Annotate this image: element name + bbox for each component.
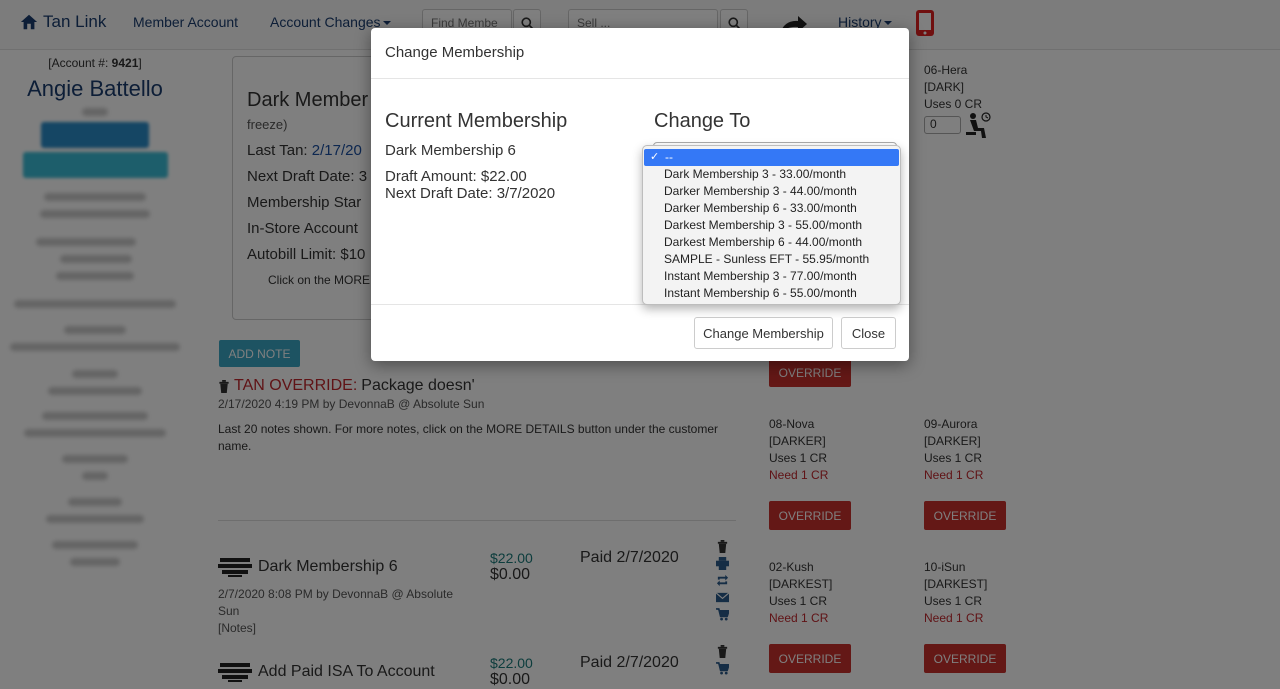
change-to-heading: Change To [654, 110, 751, 132]
change-membership-button[interactable]: Change Membership [694, 317, 833, 349]
membership-option[interactable]: Darkest Membership 3 - 55.00/month [643, 217, 900, 234]
membership-option[interactable]: Instant Membership 6 - 55.00/month [643, 285, 900, 302]
membership-option[interactable]: Darkest Membership 6 - 44.00/month [643, 234, 900, 251]
membership-option[interactable]: Dark Membership 3 - 33.00/month [643, 166, 900, 183]
membership-option-label: -- [665, 150, 673, 164]
current-draft-amount: Draft Amount: $22.00 [385, 168, 527, 185]
current-membership-name: Dark Membership 6 [385, 142, 516, 159]
membership-option[interactable]: Instant Membership 3 - 77.00/month [643, 268, 900, 285]
current-next-draft: Next Draft Date: 3/7/2020 [385, 185, 556, 202]
membership-option[interactable]: ✓ -- [644, 149, 899, 166]
membership-option[interactable]: Darker Membership 3 - 44.00/month [643, 183, 900, 200]
current-membership-heading: Current Membership [385, 110, 568, 132]
modal-title: Change Membership [385, 44, 525, 61]
modal-header: Change Membership [371, 28, 909, 79]
membership-option[interactable]: SAMPLE - Sunless EFT - 55.95/month [643, 251, 900, 268]
membership-option[interactable]: Darker Membership 6 - 33.00/month [643, 200, 900, 217]
checkmark-icon: ✓ [650, 151, 660, 163]
membership-options-list: ✓ -- Dark Membership 3 - 33.00/month Dark… [642, 145, 901, 305]
close-button[interactable]: Close [841, 317, 896, 349]
